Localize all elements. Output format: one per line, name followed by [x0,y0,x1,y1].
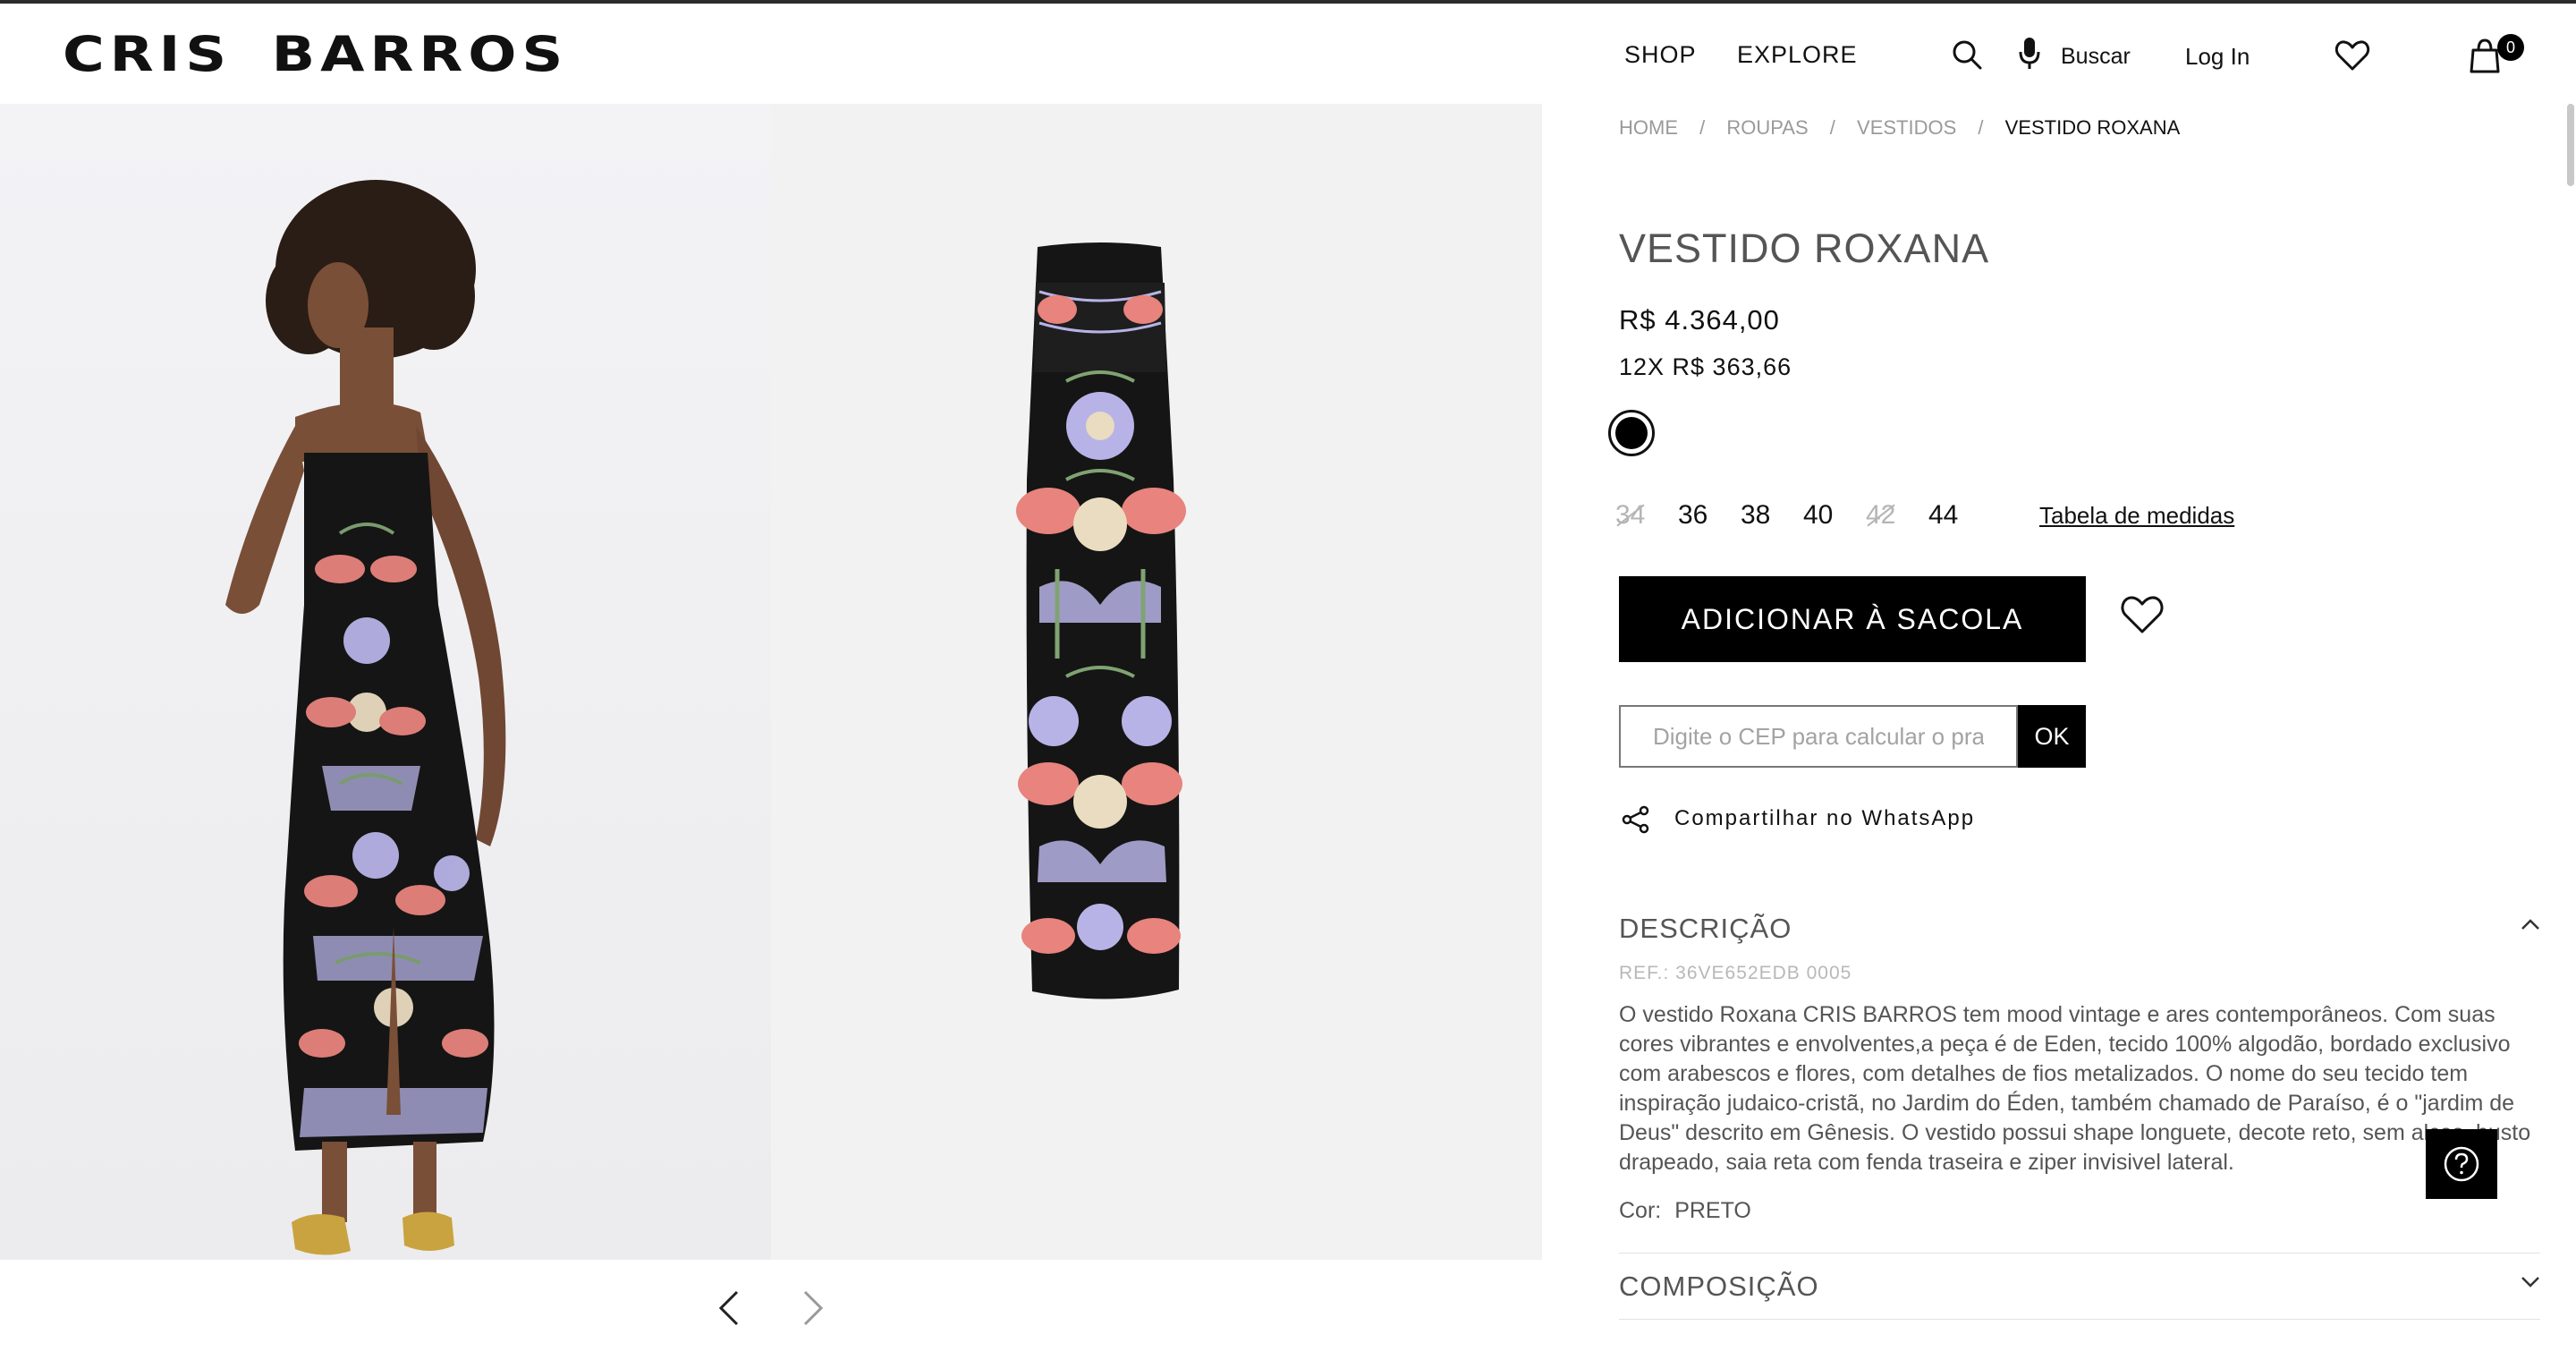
breadcrumb-separator: / [1829,116,1835,139]
cep-ok-button[interactable]: OK [2018,705,2086,768]
size-option[interactable]: 40 [1803,497,1833,533]
nav-explore[interactable]: EXPLORE [1737,39,1858,70]
breadcrumb-current: VESTIDO ROXANA [2004,116,2181,139]
product-image-front[interactable] [771,104,1542,1260]
breadcrumb-vestidos[interactable]: VESTIDOS [1857,115,1956,141]
cart-count-badge: 0 [2497,34,2524,61]
composition-title: COMPOSIÇÃO [1619,1271,1819,1302]
color-swatch-black[interactable] [1608,410,1655,456]
product-title: VESTIDO ROXANA [1619,225,1990,271]
composition-accordion-header[interactable]: COMPOSIÇÃO [1619,1260,2540,1313]
search-icon[interactable] [1952,39,1982,70]
share-icon [1622,805,1649,834]
product-image-model-back[interactable] [0,104,771,1260]
page-scrollbar[interactable] [2567,104,2574,186]
size-option: 34 [1615,497,1645,533]
breadcrumb-home[interactable]: HOME [1619,115,1678,141]
description-accordion-header[interactable]: DESCRIÇÃO [1619,902,2540,956]
login-link[interactable]: Log In [2185,41,2250,72]
breadcrumb-roupas[interactable]: ROUPAS [1726,115,1808,141]
section-divider [1619,1319,2540,1320]
description-title: DESCRIÇÃO [1619,913,1792,944]
heart-icon[interactable] [2334,39,2370,72]
bag-icon[interactable] [2469,38,2501,73]
question-icon [2444,1146,2479,1182]
chevron-right-icon[interactable] [801,1288,825,1328]
nav-shop[interactable]: SHOP [1624,39,1697,70]
chevron-left-icon[interactable] [717,1288,741,1328]
breadcrumb: HOME / ROUPAS / VESTIDOS / VESTIDO ROXAN… [1619,115,2180,141]
add-to-bag-button[interactable]: ADICIONAR À SACOLA [1619,576,2086,662]
product-color-line: Cor: PRETO [1619,1195,1751,1226]
microphone-icon[interactable] [2018,36,2041,72]
color-label: Cor: [1619,1198,1662,1223]
share-label: Compartilhar no WhatsApp [1674,806,1976,830]
size-option[interactable]: 44 [1928,497,1958,533]
description-text: O vestido Roxana CRIS BARROS tem mood vi… [1619,1002,2531,1175]
product-reference: REF.: 36VE652EDB 0005 [1619,963,1852,983]
product-installments: 12X R$ 363,66 [1619,353,1792,380]
size-option[interactable]: 38 [1741,497,1770,533]
color-value: PRETO [1674,1198,1751,1223]
help-chat-button[interactable] [2426,1129,2497,1199]
brand-logo[interactable]: CRIS BARROS [63,27,568,82]
wishlist-heart-icon[interactable] [2120,594,2165,635]
breadcrumb-separator: / [1699,116,1706,139]
size-option: 42 [1866,497,1895,533]
breadcrumb-separator: / [1978,116,1984,139]
section-divider [1619,1253,2540,1254]
size-chart-link[interactable]: Tabela de medidas [2039,499,2234,531]
model-photo-illustration [0,104,771,1260]
site-header: CRIS BARROS SHOP EXPLORE Buscar Log In 0 [0,4,2576,104]
chevron-up-icon [2521,919,2539,930]
cep-input[interactable] [1619,705,2018,768]
search-label[interactable]: Buscar [2061,41,2131,72]
product-price: R$ 4.364,00 [1619,304,1780,336]
chevron-down-icon [2521,1277,2539,1288]
dress-photo-illustration [771,104,1542,1260]
size-option[interactable]: 36 [1678,497,1707,533]
